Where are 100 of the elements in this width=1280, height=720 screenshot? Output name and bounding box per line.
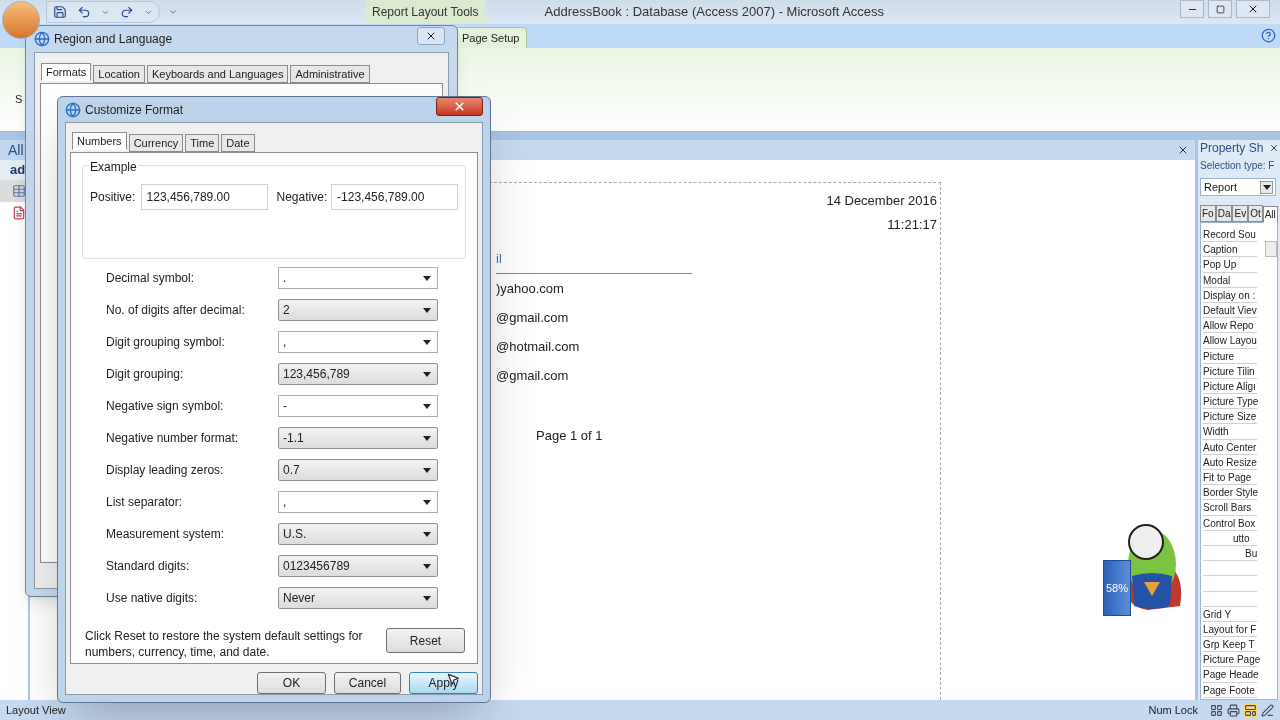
close-icon[interactable] bbox=[1269, 143, 1280, 153]
property-row[interactable]: Allow Repo bbox=[1203, 318, 1257, 334]
property-row[interactable]: Picture Size bbox=[1203, 409, 1257, 425]
property-row[interactable]: Auto Resize bbox=[1203, 454, 1257, 470]
setting-dropdown[interactable]: . bbox=[278, 267, 438, 289]
property-row[interactable]: Display on : bbox=[1203, 287, 1257, 303]
dialog-button[interactable]: Cancel bbox=[334, 672, 401, 694]
setting-dropdown[interactable]: 0123456789 bbox=[278, 555, 438, 577]
customize-toolbar-icon[interactable] bbox=[168, 7, 178, 17]
setting-dropdown[interactable]: U.S. bbox=[278, 523, 438, 545]
email-cell-text: )yahoo.com bbox=[496, 279, 565, 296]
dialog-button[interactable]: OK bbox=[257, 672, 326, 694]
positive-example-field: 123,456,789.00 bbox=[140, 184, 268, 210]
property-row[interactable]: Page Foote bbox=[1203, 682, 1257, 698]
setting-dropdown[interactable]: , bbox=[278, 331, 438, 353]
property-row[interactable]: Pop Up bbox=[1203, 257, 1257, 273]
tab[interactable]: Time bbox=[185, 134, 220, 152]
dropdown-arrow-icon bbox=[423, 435, 431, 441]
selection-dropdown[interactable]: Report bbox=[1200, 178, 1276, 196]
dropdown-arrow-icon bbox=[423, 531, 431, 537]
tab[interactable]: Ot bbox=[1248, 205, 1263, 222]
maximize-icon bbox=[1215, 4, 1225, 14]
field-label: Positive: bbox=[90, 189, 137, 206]
property-row[interactable]: Picture Tilin bbox=[1203, 363, 1257, 379]
property-row[interactable]: Picture bbox=[1203, 348, 1257, 364]
property-row[interactable]: Modal bbox=[1203, 272, 1257, 288]
group-label[interactable]: ad bbox=[0, 160, 28, 180]
negative-example-field: -123,456,789.00 bbox=[331, 184, 458, 210]
property-row[interactable]: Page Heade bbox=[1203, 667, 1257, 683]
restore-button[interactable] bbox=[1208, 0, 1232, 18]
layout-view-icon[interactable] bbox=[1244, 703, 1257, 717]
setting-dropdown[interactable]: 2 bbox=[278, 299, 438, 321]
close-button[interactable] bbox=[417, 27, 445, 45]
setting-dropdown[interactable]: , bbox=[278, 491, 438, 513]
property-row[interactable]: Layout for F bbox=[1203, 621, 1257, 638]
table-icon[interactable] bbox=[12, 184, 26, 198]
redo-icon[interactable] bbox=[120, 5, 134, 19]
dropdown-arrow-icon bbox=[1262, 184, 1271, 190]
setting-label: Negative number format: bbox=[106, 430, 240, 447]
setting-label: No. of digits after decimal: bbox=[106, 302, 246, 319]
property-row[interactable]: utto bbox=[1203, 530, 1257, 546]
property-row[interactable]: Picture Type bbox=[1203, 394, 1257, 410]
save-icon[interactable] bbox=[53, 5, 67, 19]
tab[interactable]: Currency bbox=[128, 134, 184, 152]
email-cell-text: @gmail.com bbox=[496, 308, 570, 325]
close-icon[interactable] bbox=[1177, 144, 1189, 156]
selection-type-label: Selection type: F bbox=[1199, 159, 1276, 173]
dialog-title: Customize Format bbox=[85, 101, 184, 119]
close-icon bbox=[425, 30, 437, 42]
window-title: AddressBook : Database (Access 2007) - Microsoft Access bbox=[544, 3, 885, 22]
scrollbar[interactable] bbox=[1265, 241, 1277, 257]
property-row[interactable]: Picture Aligı bbox=[1203, 378, 1257, 395]
property-row[interactable]: Record Sou bbox=[1203, 227, 1257, 243]
property-row[interactable]: Allow Layou bbox=[1203, 333, 1257, 349]
property-row[interactable]: Default Viev bbox=[1203, 302, 1257, 319]
setting-dropdown[interactable]: Never bbox=[278, 587, 438, 609]
reset-button[interactable]: Reset bbox=[386, 628, 465, 653]
close-button[interactable] bbox=[436, 97, 483, 116]
tab[interactable]: Formats bbox=[41, 63, 92, 81]
property-row[interactable]: Grid Y bbox=[1203, 606, 1257, 622]
design-view-icon[interactable] bbox=[1261, 703, 1274, 717]
tab[interactable]: Keyboards and Languages bbox=[146, 65, 289, 83]
property-row[interactable]: Width bbox=[1203, 424, 1257, 440]
status-text: Layout View bbox=[6, 702, 66, 718]
tab[interactable]: Location bbox=[93, 65, 145, 83]
tab[interactable]: Date bbox=[221, 134, 255, 152]
property-row[interactable]: Fit to Page bbox=[1203, 470, 1257, 486]
dropdown-arrow-icon bbox=[423, 403, 431, 409]
help-icon[interactable] bbox=[1261, 28, 1276, 43]
column-header: il bbox=[496, 251, 502, 266]
report-icon[interactable] bbox=[12, 206, 26, 220]
tab[interactable]: Numbers bbox=[72, 132, 127, 150]
navigation-header[interactable]: All bbox=[0, 140, 28, 160]
property-row[interactable]: Bu bbox=[1203, 545, 1257, 562]
view-icon[interactable] bbox=[1210, 703, 1223, 717]
setting-dropdown[interactable]: - bbox=[278, 395, 438, 417]
setting-label: Decimal symbol: bbox=[106, 270, 196, 287]
setting-label: Negative sign symbol: bbox=[106, 398, 225, 415]
globe-icon bbox=[34, 31, 50, 47]
property-row[interactable]: Caption bbox=[1203, 242, 1257, 258]
property-row[interactable]: Scroll Bars bbox=[1203, 500, 1257, 516]
setting-dropdown[interactable]: -1.1 bbox=[278, 427, 438, 449]
dropdown-arrow-icon bbox=[423, 307, 431, 313]
undo-icon[interactable] bbox=[77, 5, 91, 19]
tab[interactable]: Fo bbox=[1200, 205, 1216, 222]
ribbon-label: S bbox=[15, 93, 23, 105]
property-row[interactable]: Control Box bbox=[1203, 515, 1257, 531]
field-label: Negative: bbox=[276, 189, 329, 206]
dropdown-arrow-icon bbox=[423, 563, 431, 569]
property-row[interactable]: Border Style bbox=[1203, 485, 1257, 501]
setting-dropdown[interactable]: 0.7 bbox=[278, 459, 438, 481]
print-preview-icon[interactable] bbox=[1227, 703, 1240, 717]
ribbon-tab[interactable]: Page Setup bbox=[455, 27, 527, 48]
tab[interactable]: Ev bbox=[1232, 205, 1249, 222]
property-row[interactable]: Grp Keep T bbox=[1203, 637, 1257, 653]
tab[interactable]: Administrative bbox=[290, 65, 370, 83]
status-indicator: Num Lock bbox=[1148, 702, 1198, 718]
setting-dropdown[interactable]: 123,456,789 bbox=[278, 363, 438, 385]
property-row[interactable]: Auto Center bbox=[1203, 439, 1257, 455]
close-icon bbox=[1247, 3, 1259, 15]
